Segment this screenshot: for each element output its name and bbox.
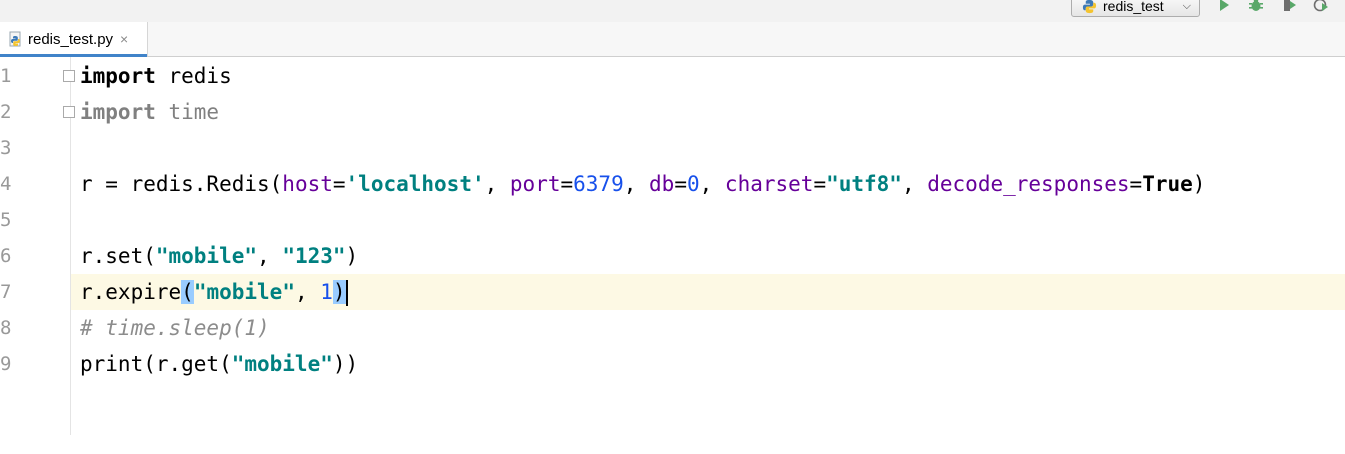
number-literal: 0: [686, 172, 700, 196]
keyword-unused: import: [80, 100, 156, 124]
debug-icon[interactable]: [1247, 0, 1265, 14]
code-text: ,: [484, 172, 510, 196]
matching-paren: (: [181, 280, 194, 304]
tab-file-name: redis_test.py: [28, 30, 114, 48]
keyword: True: [1142, 172, 1193, 196]
code-line: # time.sleep(1): [71, 310, 1345, 346]
code-text: =: [560, 172, 574, 196]
code-text: =: [813, 172, 827, 196]
string-literal: "mobile": [193, 280, 295, 304]
string-literal: "utf8": [826, 172, 902, 196]
code-editor[interactable]: import redis import time r = redis.Redis…: [71, 57, 1345, 435]
chevron-down-icon: ⌵: [1182, 0, 1191, 12]
param-name: db: [649, 172, 675, 196]
code-line: print(r.get("mobile")): [71, 346, 1345, 382]
line-number: 6: [0, 245, 12, 267]
line-number: 1: [0, 65, 12, 87]
string-literal: "mobile": [155, 244, 258, 268]
coverage-icon[interactable]: [1280, 0, 1298, 14]
code-line: r = redis.Redis(host='localhost', port=6…: [71, 166, 1345, 202]
run-configuration-dropdown[interactable]: redis_test ⌵: [1071, 0, 1200, 17]
code-text: r.expire: [80, 280, 182, 304]
code-text: ,: [257, 244, 283, 268]
editor-tab-bar: redis_test.py ×: [0, 22, 1345, 57]
python-icon: [1082, 0, 1097, 13]
profile-icon[interactable]: [1312, 0, 1330, 14]
code-text: )): [332, 352, 359, 376]
matching-paren: ): [332, 280, 346, 304]
line-number: 4: [0, 173, 12, 195]
keyword: import: [80, 64, 156, 88]
code-text-unused: time: [155, 100, 220, 124]
line-number: 2: [0, 101, 12, 123]
python-file-icon: [9, 31, 21, 47]
line-number: 5: [0, 209, 12, 231]
code-text: =: [332, 172, 346, 196]
code-text: r = redis.Redis(: [80, 172, 283, 196]
code-text: r.set(: [80, 244, 156, 268]
code-text: ): [345, 244, 359, 268]
close-tab-icon[interactable]: ×: [120, 31, 128, 47]
text-caret: [345, 280, 348, 306]
run-icon[interactable]: [1215, 0, 1233, 14]
number-literal: 6379: [573, 172, 624, 196]
line-number: 8: [0, 317, 12, 339]
number-literal: 1: [320, 280, 333, 304]
param-name: port: [509, 172, 561, 196]
code-text: ,: [294, 280, 321, 304]
code-text: ,: [623, 172, 650, 196]
comment: # time.sleep(1): [80, 316, 270, 340]
string-literal: "mobile": [231, 352, 333, 376]
code-text: ,: [699, 172, 725, 196]
main-toolbar: redis_test ⌵: [0, 0, 1345, 23]
tab-redis-test-py[interactable]: redis_test.py ×: [0, 22, 148, 57]
code-text: redis: [155, 64, 232, 88]
line-number: 7: [0, 281, 12, 303]
param-name: host: [282, 172, 333, 196]
string-literal: "123": [282, 244, 346, 268]
param-name: decode_responses: [927, 172, 1130, 196]
code-line: r.set("mobile", "123"): [71, 238, 1345, 274]
code-text: =: [674, 172, 687, 196]
string-literal: 'localhost': [345, 172, 485, 196]
code-text: print(r.get(: [80, 352, 232, 376]
code-line-current: r.expire("mobile", 1): [71, 274, 1345, 310]
code-text: ,: [901, 172, 928, 196]
param-name: charset: [724, 172, 814, 196]
code-line: import redis: [71, 58, 1345, 94]
line-number: 9: [0, 353, 12, 375]
line-number-gutter: 1 2 3 4 5 6 7 8 9: [0, 57, 75, 435]
code-text: =: [1129, 172, 1143, 196]
code-line: import time: [71, 94, 1345, 130]
code-text: ): [1192, 172, 1206, 196]
line-number: 3: [0, 137, 12, 159]
run-configuration-label: redis_test: [1103, 0, 1164, 14]
